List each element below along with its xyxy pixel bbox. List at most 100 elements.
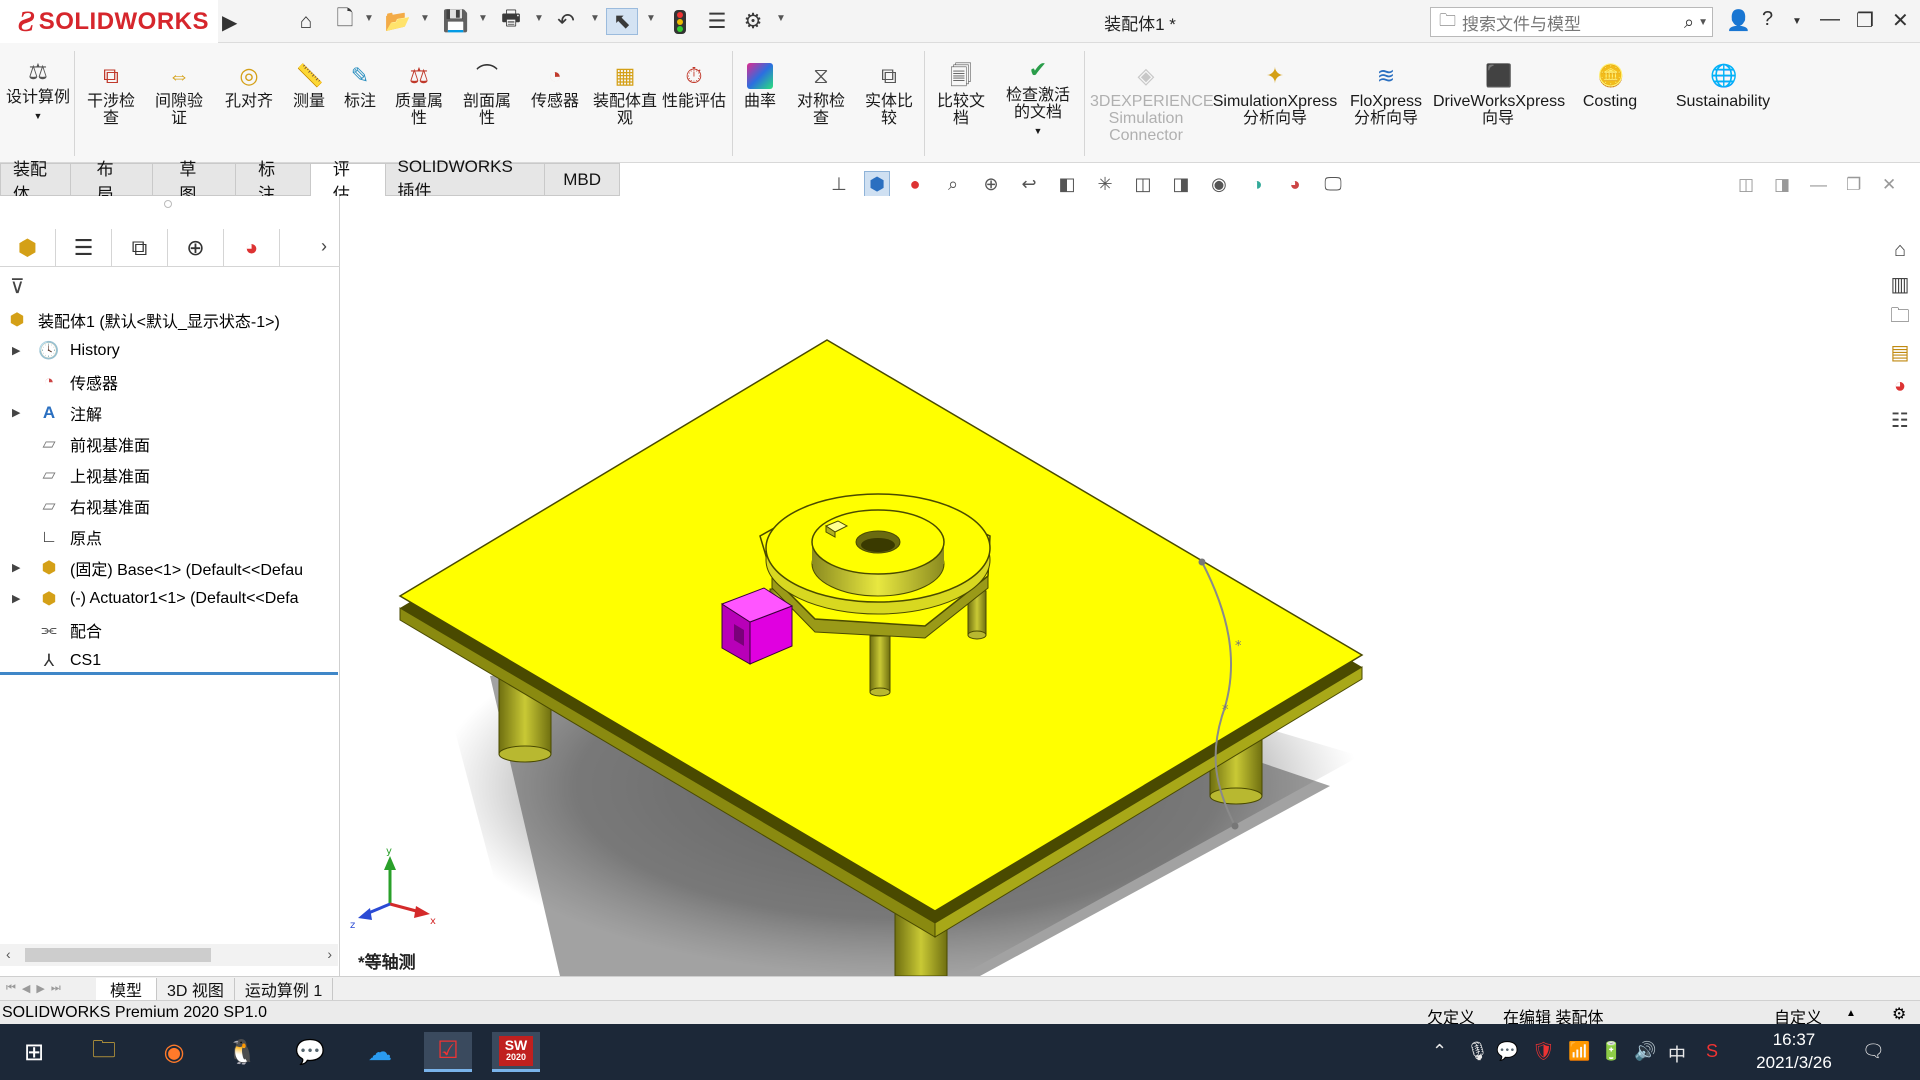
panel-grip-handle[interactable] [164, 200, 172, 208]
search-dropdown-icon[interactable]: ▼ [1698, 17, 1708, 28]
traffic-light-icon[interactable]: ● [902, 171, 928, 197]
apply-scene-icon[interactable]: ◕ [1282, 171, 1308, 197]
doc-close-icon[interactable]: ✕ [1882, 175, 1896, 195]
design-study-button[interactable]: ⚖ 设计算例 ▼ [6, 59, 70, 125]
doc-minimize-icon[interactable]: — [1810, 175, 1827, 195]
tab-motion-study[interactable]: 运动算例 1 [235, 977, 334, 1000]
user-account-icon[interactable]: 👤 [1726, 8, 1751, 33]
microphone-icon[interactable]: 🎙 [1466, 1041, 1489, 1062]
tab-3d-view[interactable]: 3D 视图 [157, 977, 235, 1000]
tab-model[interactable]: 模型 [96, 977, 158, 1000]
tree-item-actuator-component[interactable]: ▶ ⬢ (-) Actuator1<1> (Default<<Defa [0, 583, 338, 614]
ime-indicator[interactable]: 中 [1668, 1041, 1686, 1067]
display-manager-tab-icon[interactable]: ◕ [224, 229, 280, 267]
horizontal-scrollbar[interactable]: ‹ › [0, 944, 338, 966]
clearance-verification-button[interactable]: ⇔ 间隙验证 [148, 63, 210, 127]
sogou-ime-icon[interactable]: S [1706, 1041, 1718, 1062]
resources-home-icon[interactable]: ⌂ [1886, 236, 1914, 264]
rollback-bar[interactable] [0, 672, 338, 675]
previous-view-icon[interactable]: ↩ [1016, 171, 1042, 197]
windows-start-icon[interactable]: ⊞ [10, 1032, 58, 1072]
tab-sketch[interactable]: 草图 [153, 160, 237, 204]
solidworks-logo[interactable]: Ƨ SOLIDWORKS [0, 0, 218, 43]
tree-item-right-plane[interactable]: ▱ 右视基准面 [0, 490, 338, 521]
tree-item-annotations[interactable]: ▶ A 注解 [0, 397, 338, 428]
menu-expand-icon[interactable]: ▶ [222, 10, 237, 35]
zoom-area-icon[interactable]: ⊕ [978, 171, 1004, 197]
tree-root-assembly[interactable]: ⬢ 装配体1 (默认<默认_显示状态-1>) [0, 304, 338, 335]
hide-show-items-icon[interactable]: ◉ [1206, 171, 1232, 197]
design-study-dropdown-icon[interactable]: ▼ [6, 108, 70, 125]
interference-check-button[interactable]: ⧉ 干涉检查 [80, 63, 142, 127]
simulationxpress-button[interactable]: ✦ SimulationXpress 分析向导 [1210, 63, 1340, 127]
undo-dropdown-icon[interactable]: ▼ [590, 13, 600, 24]
wechat-icon[interactable]: 💬 [286, 1032, 334, 1072]
symmetry-check-button[interactable]: ⧖ 对称检查 [790, 63, 852, 127]
sensor-button[interactable]: ◔ 传感器 [524, 63, 586, 110]
tab-mbd[interactable]: MBD [545, 163, 620, 196]
tree-item-top-plane[interactable]: ▱ 上视基准面 [0, 459, 338, 490]
rebuild-traffic-light-icon[interactable] [668, 8, 692, 35]
solidworks-taskbar-icon[interactable]: SW 2020 [492, 1032, 540, 1072]
print-dropdown-icon[interactable]: ▼ [534, 13, 544, 24]
view-palette-icon[interactable]: ▤ [1886, 338, 1914, 366]
custom-properties-icon[interactable]: ☷ [1886, 406, 1914, 434]
close-icon[interactable]: ✕ [1892, 8, 1909, 33]
next-tab-icon[interactable]: ▶ [36, 982, 44, 995]
check-active-document-button[interactable]: ✔ 检查激活的文档 ▼ [998, 57, 1078, 140]
last-tab-icon[interactable]: ⏭ [51, 982, 61, 995]
expand-arrow-icon[interactable]: ▶ [12, 344, 20, 357]
tree-item-origin[interactable]: ∟ 原点 [0, 521, 338, 552]
prev-tab-icon[interactable]: ◀ [22, 982, 30, 995]
mass-properties-button[interactable]: ⚖ 质量属性 [388, 63, 450, 127]
battery-icon[interactable]: 🔋 [1600, 1041, 1622, 1062]
body-compare-button[interactable]: ⧉ 实体比较 [858, 63, 920, 127]
tree-item-mates[interactable]: ⫘ 配合 [0, 614, 338, 645]
taskbar-clock[interactable]: 16:37 2021/3/26 [1752, 1028, 1836, 1074]
units-dropdown-icon[interactable]: ▲ [1846, 1008, 1856, 1019]
curvature-button[interactable]: 曲率 [736, 63, 784, 110]
performance-evaluation-button[interactable]: ⏱ 性能评估 [662, 63, 726, 110]
graphics-area[interactable]: * * y x z *等轴测 [340, 196, 1880, 976]
tree-item-history[interactable]: ▶ 🕓 History [0, 335, 338, 366]
qq-penguin-icon[interactable]: 🐧 [218, 1032, 266, 1072]
file-properties-icon[interactable]: ☰ [702, 8, 732, 35]
tab-evaluate[interactable]: 评估 [310, 160, 386, 204]
configuration-manager-tab-icon[interactable]: ⧉ [112, 229, 168, 267]
view-orientation-icon[interactable]: ⊥ [826, 171, 852, 197]
status-settings-icon[interactable]: ⚙ [1892, 1004, 1906, 1024]
home-icon[interactable]: ⌂ [290, 8, 322, 35]
help-dropdown-icon[interactable]: ▼ [1792, 16, 1802, 27]
section-view-icon[interactable]: ◧ [1054, 171, 1080, 197]
simulation-connector-button[interactable]: ◈ 3DEXPERIENCE Simulation Connector [1088, 63, 1214, 144]
tab-assembly[interactable]: 装配体 [0, 160, 71, 204]
compare-documents-button[interactable]: 🗐 比较文档 [928, 63, 994, 127]
checklist-app-icon[interactable]: ☑ [424, 1032, 472, 1072]
notification-center-icon[interactable]: 🗨 [1862, 1041, 1885, 1062]
tree-filter-icon[interactable]: ⊽ [10, 274, 25, 299]
driveworksxpress-button[interactable]: ⬛ DriveWorksXpress 向导 [1432, 63, 1565, 127]
more-tabs-chevron-icon[interactable]: › [321, 236, 327, 257]
feature-manager-tab-icon[interactable]: ⬢ [0, 229, 56, 267]
file-explorer-taskbar-icon[interactable]: 🗀 [80, 1032, 128, 1072]
property-manager-tab-icon[interactable]: ☰ [56, 229, 112, 267]
tree-item-sensors[interactable]: ◔ 传感器 [0, 366, 338, 397]
tab-markup[interactable]: 标注 [236, 160, 311, 204]
firefox-icon[interactable]: ◉ [150, 1032, 198, 1072]
search-icon[interactable]: ⌕ [1684, 12, 1694, 33]
check-document-dropdown-icon[interactable]: ▼ [998, 123, 1078, 140]
display-style-icon[interactable]: ◨ [1168, 171, 1194, 197]
select-cursor-icon[interactable]: ⬉ [606, 8, 638, 35]
first-tab-icon[interactable]: ⏮ [6, 982, 16, 995]
scroll-left-icon[interactable]: ‹ [6, 946, 11, 962]
dimxpert-manager-tab-icon[interactable]: ⊕ [168, 229, 224, 267]
cloud-app-icon[interactable]: ☁ [356, 1032, 404, 1072]
save-icon[interactable]: 💾 [440, 8, 472, 35]
tree-item-front-plane[interactable]: ▱ 前视基准面 [0, 428, 338, 459]
tree-item-base-component[interactable]: ▶ ⬢ (固定) Base<1> (Default<<Defau [0, 552, 338, 583]
tray-expand-icon[interactable]: ⌃ [1432, 1041, 1447, 1062]
print-icon[interactable]: 🖶 [494, 7, 528, 35]
save-dropdown-icon[interactable]: ▼ [478, 13, 488, 24]
markup-button[interactable]: ✎ 标注 [334, 63, 386, 110]
view-settings-monitor-icon[interactable]: 🖵 [1320, 171, 1346, 197]
